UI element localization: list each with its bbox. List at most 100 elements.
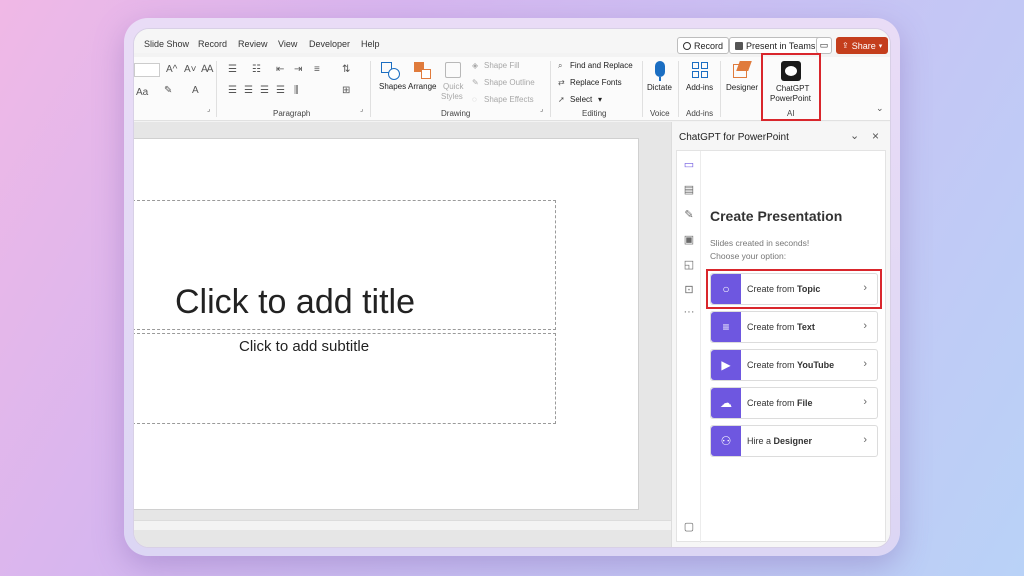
share-icon: ⇪ [842, 41, 849, 50]
share-label: Share [851, 40, 876, 51]
create-presentation-heading: Create Presentation [710, 208, 843, 224]
justify-icon[interactable]: ☰ [276, 85, 285, 96]
shapes-button[interactable]: Shapes [376, 59, 406, 109]
indent-decrease-icon[interactable]: ⇤ [276, 64, 284, 75]
replace-icon: ⇄ [558, 78, 565, 87]
find-replace-button[interactable]: ⌕ Find and Replace [558, 61, 638, 73]
change-case-icon[interactable]: Aa [136, 87, 148, 98]
select-label: Select [570, 95, 593, 104]
clear-format-icon[interactable]: Ꜳ [201, 64, 214, 75]
align-right-icon[interactable]: ☰ [260, 85, 269, 96]
font-size-box[interactable] [134, 63, 160, 77]
create-from-youtube-button[interactable]: ▶ Create from YouTube › [710, 349, 878, 381]
line-spacing-icon[interactable]: ≡ [314, 64, 320, 75]
share-button[interactable]: ⇪ Share ▾ [836, 37, 889, 54]
arrange-label: Arrange [408, 82, 437, 91]
replace-fonts-label: Replace Fonts [570, 78, 622, 87]
chevron-down-icon: ▾ [598, 95, 603, 104]
dialog-launcher-icon[interactable]: ⌟ [360, 105, 363, 113]
comment-icon: ▭ [819, 40, 829, 50]
shape-effects-label: Shape Effects [484, 95, 534, 104]
quick-styles-icon [445, 62, 461, 78]
tab-slide-show[interactable]: Slide Show [144, 39, 189, 49]
shrink-font-icon[interactable]: A˅ [184, 64, 197, 75]
align-text-icon[interactable]: ⊞ [342, 85, 350, 96]
powerpoint-window: Slide Show Record Review View Developer … [133, 28, 891, 548]
subtitle-placeholder[interactable]: Click to add subtitle [134, 333, 556, 424]
tab-help[interactable]: Help [361, 39, 380, 49]
feedback-icon[interactable]: ▢ [683, 521, 695, 533]
indent-increase-icon[interactable]: ⇥ [294, 64, 302, 75]
quick-styles-label-1: Quick [443, 82, 464, 91]
shape-outline-button[interactable]: ✎ Shape Outline [472, 78, 542, 90]
title-placeholder-text: Click to add title [175, 283, 415, 321]
paint-bucket-icon: ◈ [472, 61, 479, 70]
task-pane-body: ▭ ▤ ✎ ▣ ◱ ⊡ ··· ▢ Create Presentation Sl… [676, 150, 886, 543]
chevron-right-icon: › [863, 434, 867, 446]
create-from-file-button[interactable]: ☁ Create from File › [710, 387, 878, 419]
voice-group-label: Voice [650, 109, 670, 118]
collapse-ribbon-icon[interactable]: ⌄ [876, 103, 884, 114]
replace-fonts-button[interactable]: ⇄ Replace Fonts [558, 78, 638, 90]
select-button[interactable]: ➚ Select ▾ [558, 95, 638, 107]
document-icon[interactable]: ▤ [683, 184, 695, 196]
image-icon[interactable]: ▣ [683, 234, 695, 246]
create-from-text-button[interactable]: ≡ Create from Text › [710, 311, 878, 343]
option-label: Create from YouTube [747, 360, 835, 370]
image-add-icon[interactable]: ⊡ [683, 284, 695, 296]
slide-canvas[interactable]: Click to add title Click to add subtitle [134, 138, 639, 510]
dictate-button[interactable]: Dictate [646, 59, 674, 105]
present-in-teams-button[interactable]: Present in Teams [729, 37, 822, 54]
tab-view[interactable]: View [278, 39, 297, 49]
record-button[interactable]: Record [677, 37, 730, 54]
text-lines-icon: ≡ [711, 312, 741, 342]
bullets-icon[interactable]: ☰ [228, 64, 237, 75]
numbering-icon[interactable]: ☷ [252, 64, 261, 75]
editing-group-label: Editing [582, 109, 607, 118]
tab-record[interactable]: Record [198, 39, 227, 49]
columns-icon[interactable]: ⫼ [294, 85, 299, 96]
grow-font-icon[interactable]: A^ [166, 64, 177, 75]
presentation-icon[interactable]: ▭ [683, 159, 695, 171]
effects-icon: ◌ [472, 95, 477, 104]
pencil-icon[interactable]: ✎ [683, 209, 695, 221]
tab-review[interactable]: Review [238, 39, 268, 49]
close-icon[interactable]: × [872, 129, 879, 143]
addins-label: Add-ins [686, 83, 714, 92]
quick-styles-label-2: Styles [441, 92, 463, 101]
highlighter-icon[interactable]: ✎ [164, 85, 172, 96]
note-icon[interactable]: ◱ [683, 259, 695, 271]
designer-label: Designer [726, 83, 759, 92]
shape-fill-button[interactable]: ◈ Shape Fill [472, 61, 542, 73]
microphone-icon [655, 61, 665, 77]
hire-designer-button[interactable]: ⚇ Hire a Designer › [710, 425, 878, 457]
designer-button[interactable]: Designer [724, 59, 760, 105]
more-icon[interactable]: ··· [683, 306, 695, 318]
subtitle-line-2: Choose your option: [710, 251, 787, 261]
text-direction-icon[interactable]: ⇅ [342, 64, 350, 75]
record-label: Record [694, 40, 724, 51]
side-rail: ▭ ▤ ✎ ▣ ◱ ⊡ ··· ▢ [677, 151, 701, 543]
dialog-launcher-icon[interactable]: ⌟ [207, 105, 210, 113]
video-icon: ▶ [711, 350, 741, 380]
align-left-icon[interactable]: ☰ [228, 85, 237, 96]
font-color-icon[interactable]: A [192, 85, 199, 96]
quick-styles-button[interactable]: Quick Styles [438, 59, 468, 109]
align-center-icon[interactable]: ☰ [244, 85, 253, 96]
comments-button[interactable]: ▭ [816, 37, 832, 54]
status-strip [134, 520, 671, 530]
arrange-button[interactable]: Arrange [406, 59, 440, 109]
shape-effects-button[interactable]: ◌ Shape Effects [472, 95, 542, 107]
chevron-down-icon: ▾ [878, 42, 883, 50]
dialog-launcher-icon[interactable]: ⌟ [540, 105, 543, 113]
tab-developer[interactable]: Developer [309, 39, 350, 49]
title-placeholder[interactable]: Click to add title [134, 200, 556, 330]
chatgpt-task-pane: ChatGPT for PowerPoint ⌄ × ▭ ▤ ✎ ▣ ◱ ⊡ ·… [671, 122, 890, 547]
topic-highlight-box [706, 269, 882, 309]
cloud-upload-icon: ☁ [711, 388, 741, 418]
chevron-down-icon[interactable]: ⌄ [850, 129, 859, 142]
chevron-right-icon: › [863, 396, 867, 408]
arrange-icon [414, 62, 432, 80]
addins-button[interactable]: Add-ins [682, 59, 716, 105]
ribbon: A^ A˅ Ꜳ Aa ✎ A ⌟ ☰ ☷ ⇤ ⇥ ≡ ⇅ ☰ ☰ ☰ ☰ ⫼ ⊞… [134, 53, 890, 121]
